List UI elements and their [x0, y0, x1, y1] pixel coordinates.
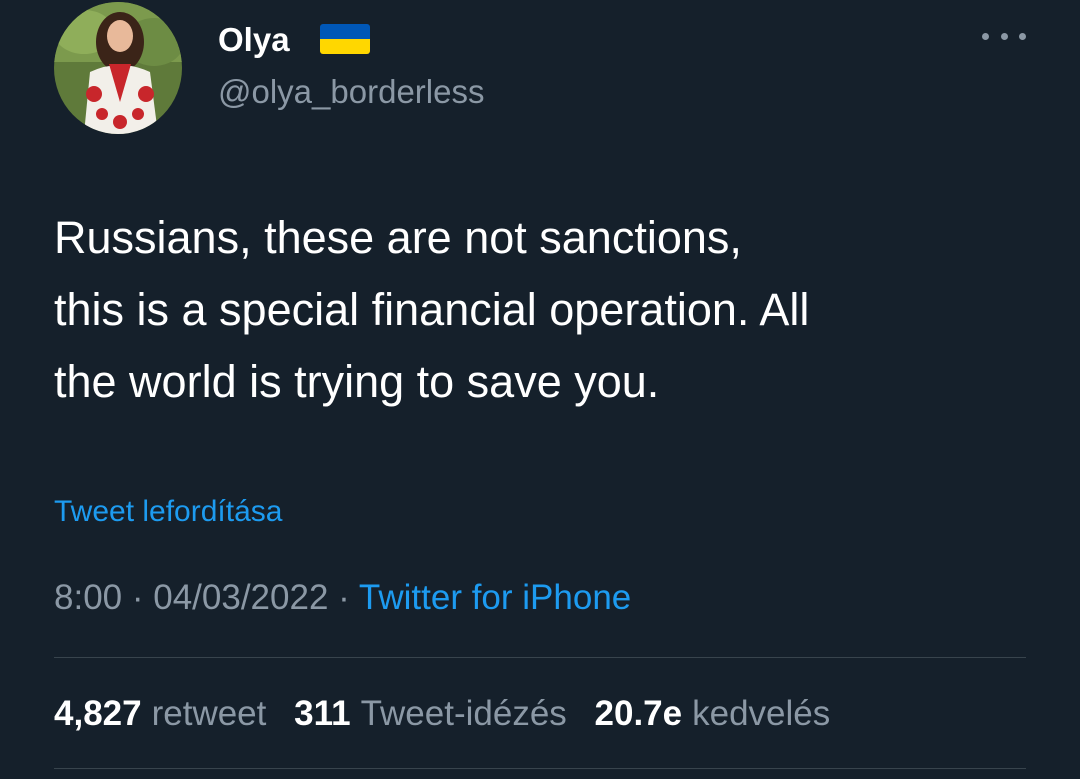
tweet-date[interactable]: 04/03/2022 [153, 578, 328, 617]
tweet-metadata: 8:00 · 04/03/2022 · Twitter for iPhone [54, 576, 631, 620]
tweet-source-link[interactable]: Twitter for iPhone [359, 578, 631, 617]
meta-separator: · [131, 578, 144, 617]
tweet-card: Olya @olya_borderless Russians, these ar… [0, 0, 1080, 779]
quote-stat[interactable]: 311 Tweet-idézés [294, 694, 567, 733]
dot [1019, 32, 1026, 40]
meta-separator: · [338, 578, 350, 617]
tweet-text-line: this is a special financial operation. A… [54, 284, 810, 335]
divider [54, 768, 1026, 769]
translate-tweet-link[interactable]: Tweet lefordítása [54, 492, 282, 532]
divider [54, 657, 1026, 658]
tweet-text: Russians, these are not sanctions, this … [54, 202, 1044, 418]
like-label: kedvelés [692, 694, 831, 733]
tweet-text-line: the world is trying to save you. [54, 356, 660, 407]
tweet-time[interactable]: 8:00 [54, 578, 122, 617]
display-name[interactable]: Olya [218, 20, 290, 60]
avatar[interactable] [54, 2, 182, 134]
flag-blue-stripe [320, 24, 370, 39]
like-count: 20.7e [594, 694, 683, 733]
tweet-stats: 4,827 retweet 311 Tweet-idézés 20.7e kedvel… [54, 692, 848, 736]
retweet-stat[interactable]: 4,827 retweet [54, 694, 266, 733]
dot [982, 32, 989, 40]
avatar-image [54, 2, 182, 134]
quote-count: 311 [294, 694, 351, 733]
like-stat[interactable]: 20.7e kedvelés [595, 694, 831, 733]
user-handle[interactable]: @olya_borderless [218, 72, 484, 112]
retweet-label: retweet [151, 694, 267, 733]
flag-yellow-stripe [320, 39, 370, 54]
more-dots-icon[interactable] [982, 24, 1026, 48]
ukraine-flag-icon [320, 24, 370, 54]
retweet-count: 4,827 [54, 694, 142, 733]
tweet-text-line: Russians, these are not sanctions, [54, 212, 742, 263]
quote-label: Tweet-idézés [360, 694, 567, 733]
dot [1000, 32, 1008, 40]
